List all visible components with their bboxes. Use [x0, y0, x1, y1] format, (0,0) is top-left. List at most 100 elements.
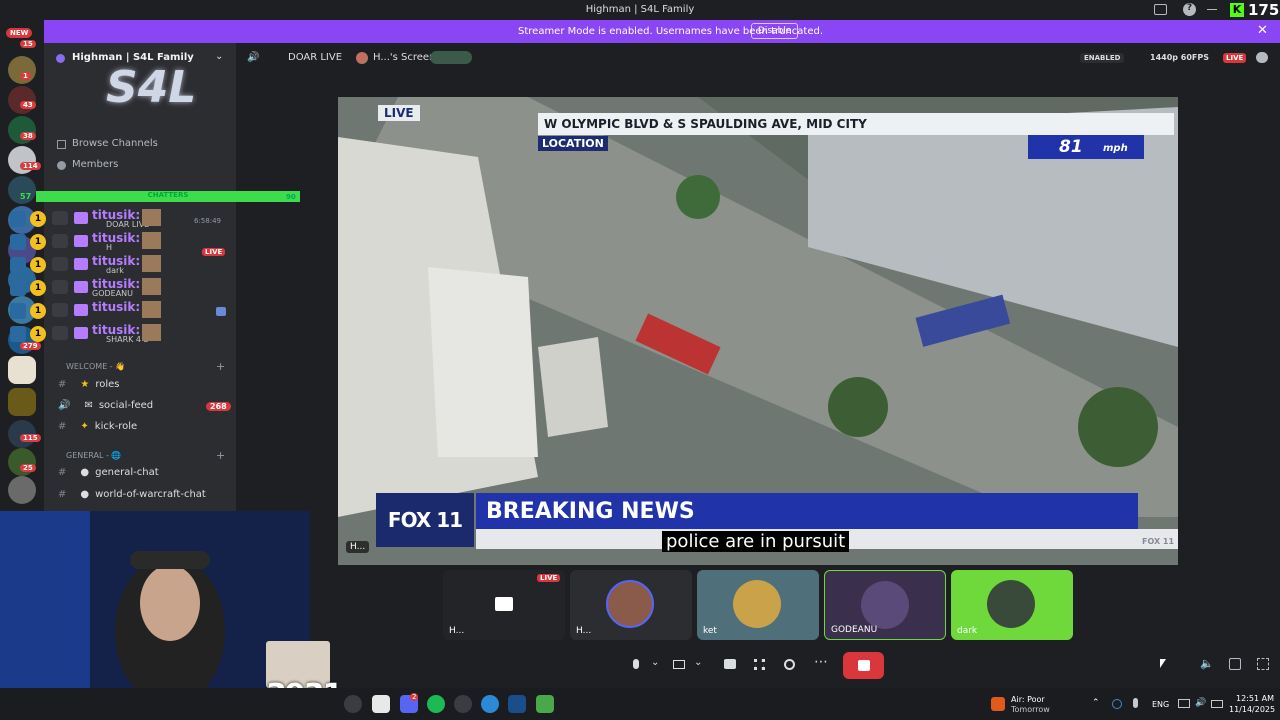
- channel-general-chat[interactable]: # ● general-chat: [58, 467, 159, 478]
- minimize-icon[interactable]: [1207, 9, 1217, 10]
- sync-icon[interactable]: [1112, 699, 1122, 709]
- channel-label: kick-role: [94, 421, 138, 432]
- chat-bubble-icon: ●: [80, 467, 90, 478]
- chevron-up-icon[interactable]: ⌃: [1092, 698, 1100, 708]
- chat-row[interactable]: 1 titusik:: [10, 300, 232, 323]
- chat-row[interactable]: 1 titusik: SHARK 4 L: [10, 323, 232, 346]
- inbox-icon[interactable]: [1154, 4, 1167, 15]
- chat-row[interactable]: 1 titusik: GODEANU: [10, 277, 232, 300]
- volume-icon[interactable]: 🔈: [1200, 657, 1214, 670]
- speaker-tray-icon[interactable]: 🔊: [1195, 698, 1206, 708]
- folder-icon[interactable]: [8, 388, 36, 416]
- mod-icon: [52, 234, 68, 248]
- close-icon[interactable]: ✕: [1257, 23, 1268, 38]
- channel-social-feed[interactable]: 🔊 ✉ social-feed: [58, 400, 153, 411]
- chat-row[interactable]: 1 titusik: dark: [10, 254, 232, 277]
- screen-share-icon: [216, 307, 226, 316]
- explorer-icon[interactable]: [372, 695, 390, 713]
- soundboard-button[interactable]: [784, 654, 797, 676]
- chat-bubble-icon: ●: [80, 489, 90, 500]
- participant-tile[interactable]: H...: [570, 570, 692, 640]
- emote-icon: [142, 278, 161, 295]
- weather-icon: [991, 697, 1005, 711]
- participant-tile[interactable]: LIVE H...: [443, 570, 565, 640]
- channel-kick-role[interactable]: # ✦ kick-role: [58, 421, 137, 432]
- chat-username[interactable]: titusik:: [92, 231, 140, 245]
- microphone-button[interactable]: [630, 654, 642, 676]
- chat-username[interactable]: titusik:: [92, 300, 140, 314]
- network-icon[interactable]: [1178, 699, 1190, 708]
- fullscreen-icon[interactable]: [1257, 658, 1269, 670]
- screen-title[interactable]: H...'s Screen: [373, 52, 435, 63]
- hash-icon: #: [58, 421, 67, 432]
- server-badge: 115: [20, 434, 41, 442]
- emote-icon: [142, 324, 161, 341]
- share-screen-button[interactable]: [724, 654, 737, 676]
- clock-date[interactable]: 11/14/2025: [1229, 705, 1275, 714]
- chat-status: dark: [106, 266, 124, 275]
- app-icon[interactable]: [536, 695, 554, 713]
- spotify-icon[interactable]: [427, 695, 445, 713]
- window-title: Highman | S4L Family: [585, 4, 695, 15]
- disconnect-button[interactable]: [843, 652, 884, 679]
- stream-video[interactable]: LIVE W OLYMPIC BLVD & S SPAULDING AVE, M…: [338, 97, 1178, 565]
- participant-name: dark: [957, 626, 978, 636]
- mic-tray-icon[interactable]: [1133, 698, 1138, 708]
- avatar: [987, 580, 1035, 628]
- leave-call-icon: [857, 660, 870, 671]
- live-badge: LIVE: [202, 248, 226, 256]
- server-icon[interactable]: [8, 476, 36, 504]
- settings-icon[interactable]: [344, 695, 362, 713]
- battery-icon[interactable]: [1211, 700, 1223, 708]
- chevron-down-icon[interactable]: ⌄: [651, 657, 659, 679]
- category-welcome[interactable]: WELCOME - 👋: [66, 362, 125, 371]
- server-badge: 15: [20, 40, 36, 48]
- browse-icon: [57, 140, 66, 149]
- caption-text: police are in pursuit: [662, 531, 850, 552]
- hash-icon: #: [58, 467, 67, 478]
- quality-badge[interactable]: 1440p 60FPS: [1150, 53, 1209, 62]
- browse-channels-link[interactable]: Browse Channels: [72, 138, 158, 149]
- server-icon[interactable]: [8, 86, 36, 114]
- channel-label: roles: [95, 379, 120, 390]
- server-badge: 38: [20, 132, 36, 140]
- chat-row[interactable]: 1 titusik: DOAR LIVE 6:58:49: [10, 208, 232, 231]
- channel-roles[interactable]: # ★ roles: [58, 379, 120, 390]
- more-options-icon[interactable]: ⋯: [814, 654, 828, 676]
- chat-row[interactable]: 1 titusik: H LIVE: [10, 231, 232, 256]
- add-channel-icon[interactable]: +: [216, 449, 225, 462]
- camera-off-button[interactable]: [673, 654, 687, 676]
- category-general[interactable]: GENERAL - 🌐: [66, 451, 121, 460]
- obs-icon[interactable]: [454, 695, 472, 713]
- timestamp: 6:58:49: [194, 217, 221, 225]
- add-channel-icon[interactable]: +: [216, 360, 225, 373]
- steam-icon[interactable]: [508, 695, 526, 713]
- server-icon-active[interactable]: [8, 356, 36, 384]
- kick-count: 175: [1248, 1, 1280, 19]
- disable-button[interactable]: Disable: [751, 23, 799, 39]
- language-indicator[interactable]: ENG: [1152, 700, 1169, 709]
- chat-toggle-icon[interactable]: [1256, 52, 1268, 63]
- participant-tile[interactable]: ket: [697, 570, 819, 640]
- weather-text[interactable]: Air: Poor: [1011, 695, 1045, 704]
- mod-icon: [52, 280, 68, 294]
- chatters-bar: CHATTERS: [36, 191, 300, 202]
- members-link[interactable]: Members: [72, 159, 118, 170]
- browser-icon[interactable]: [481, 695, 499, 713]
- clock-time[interactable]: 12:51 AM: [1236, 694, 1274, 703]
- chevron-down-icon[interactable]: ⌄: [215, 51, 223, 62]
- participant-tile[interactable]: dark: [951, 570, 1073, 640]
- help-icon[interactable]: ?: [1183, 3, 1196, 16]
- popout-icon[interactable]: [1229, 658, 1241, 670]
- voice-channel-name[interactable]: DOAR LIVE: [288, 52, 342, 63]
- level-icon: 1: [30, 280, 46, 296]
- badge-icon: [10, 234, 26, 250]
- participant-tile[interactable]: GODEANU: [824, 570, 946, 640]
- kick-logo-icon: K: [1230, 3, 1244, 17]
- chevron-down-icon[interactable]: ⌄: [694, 657, 702, 679]
- fox11-logo: FOX 11: [376, 493, 474, 547]
- speaker-icon: 🔊: [247, 52, 260, 63]
- channel-world-of-warcraft-chat[interactable]: # ● world-of-warcraft-chat: [58, 489, 206, 500]
- activities-button[interactable]: [754, 654, 767, 676]
- emote-icon: [142, 255, 161, 272]
